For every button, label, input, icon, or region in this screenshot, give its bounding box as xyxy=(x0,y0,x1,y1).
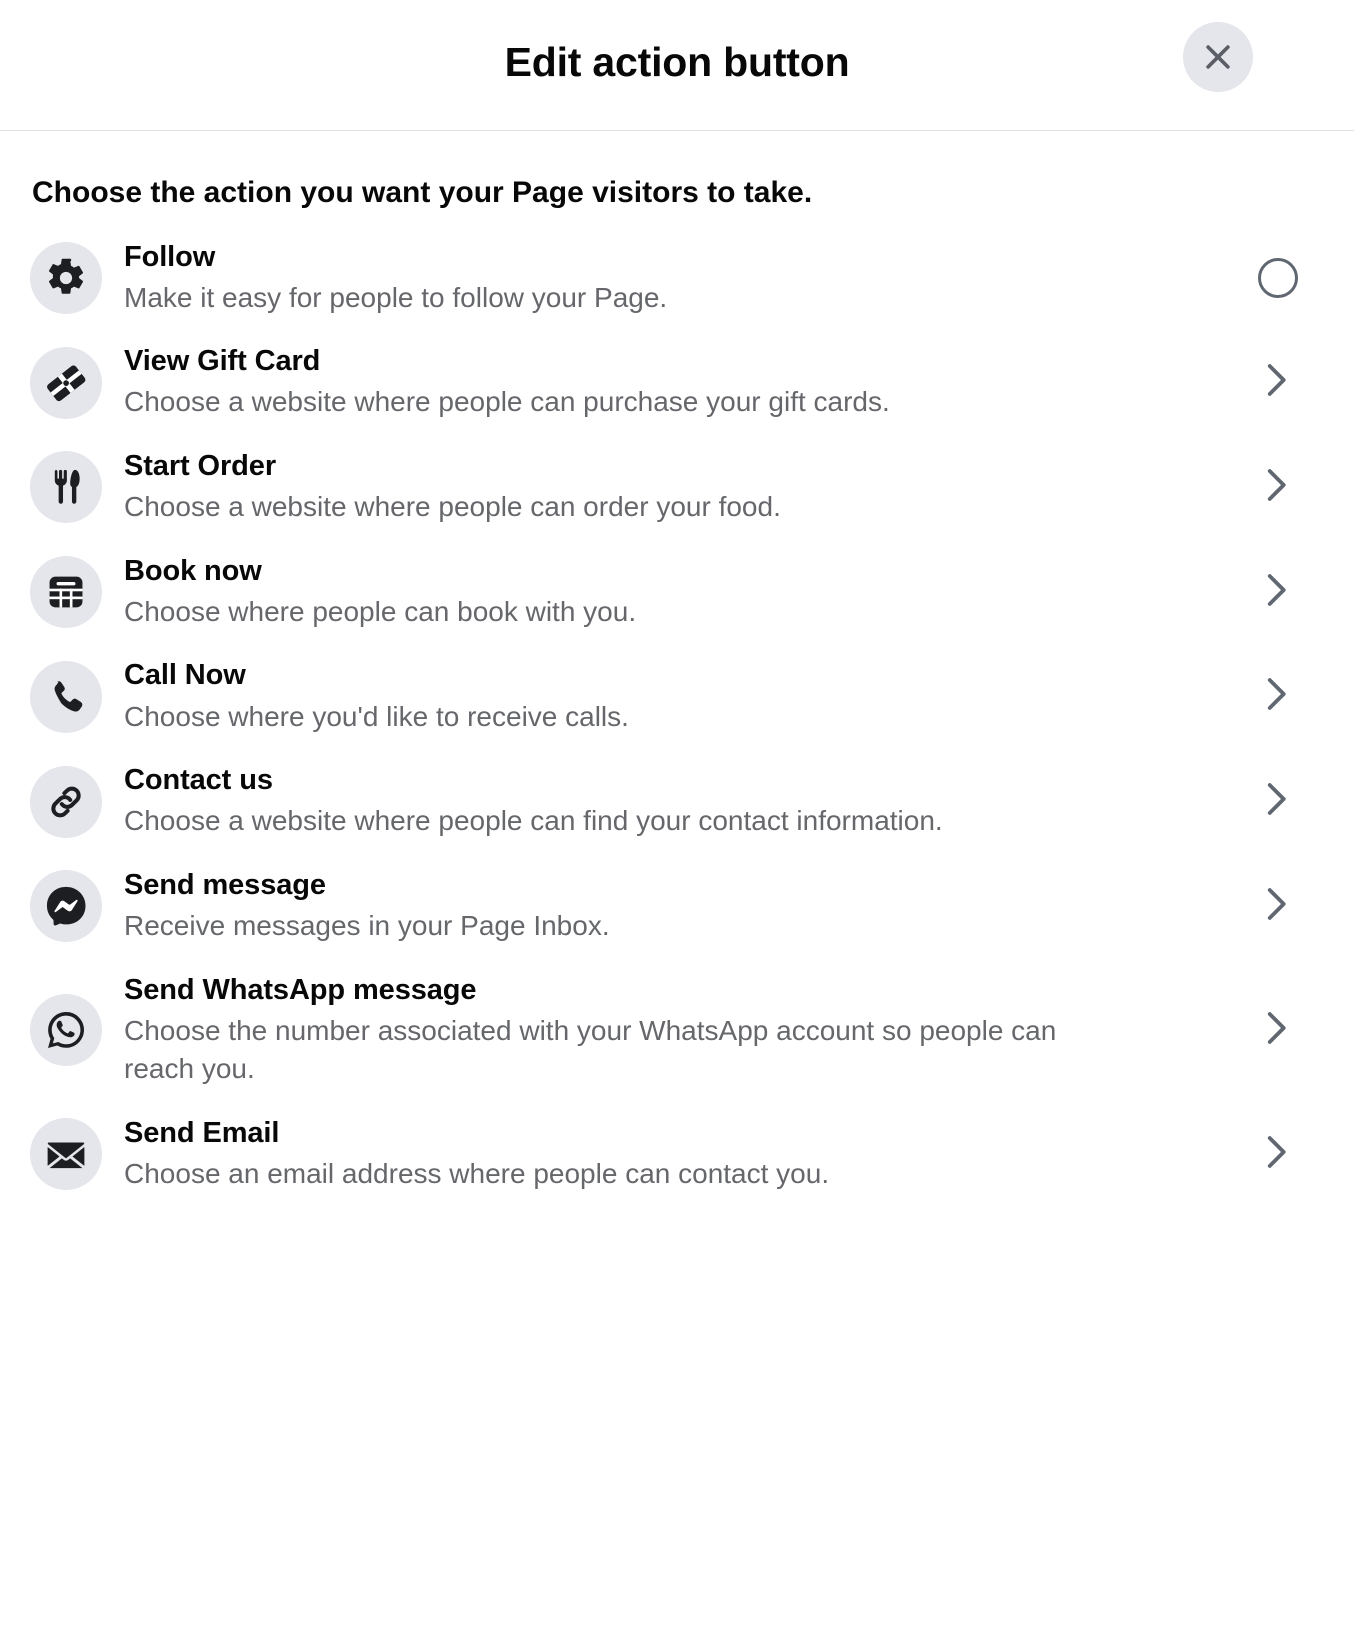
edit-action-button-dialog: Edit action button Choose the action you… xyxy=(0,0,1354,1643)
dialog-body: Choose the action you want your Page vis… xyxy=(0,131,1354,1207)
action-description: Choose a website where people can find y… xyxy=(124,805,943,837)
action-control xyxy=(1244,1006,1324,1055)
gear-icon xyxy=(30,241,102,314)
action-item-contact-us[interactable]: Contact us Choose a website where people… xyxy=(30,749,1324,854)
action-description: Choose where people can book with you. xyxy=(124,595,637,627)
section-prompt: Choose the action you want your Page vis… xyxy=(32,176,813,209)
action-control xyxy=(1244,882,1324,931)
chevron-right-icon[interactable] xyxy=(1254,672,1298,721)
action-item-send-message[interactable]: Send message Receive messages in your Pa… xyxy=(30,854,1324,959)
action-control xyxy=(1244,257,1324,298)
action-description: Choose a website where people can purcha… xyxy=(124,386,890,418)
action-description: Receive messages in your Page Inbox. xyxy=(124,910,610,942)
calendar-icon xyxy=(30,556,102,629)
action-title: Send Email xyxy=(124,1117,280,1149)
action-item-call-now[interactable]: Call Now Choose where you'd like to rece… xyxy=(30,644,1324,749)
chevron-right-icon[interactable] xyxy=(1254,1006,1298,1055)
action-title: Send WhatsApp message xyxy=(124,973,477,1006)
action-item-view-gift-card[interactable]: View Gift Card Choose a website where pe… xyxy=(30,330,1324,435)
action-control xyxy=(1244,358,1324,407)
chevron-right-icon[interactable] xyxy=(1254,777,1298,826)
action-item-book-now[interactable]: Book now Choose where people can book wi… xyxy=(30,540,1324,645)
page-title: Edit action button xyxy=(504,38,850,85)
action-description: Make it easy for people to follow your P… xyxy=(124,281,668,313)
action-description: Choose an email address where people can… xyxy=(124,1158,830,1190)
action-title: View Gift Card xyxy=(124,345,321,378)
chevron-right-icon[interactable] xyxy=(1254,463,1298,512)
action-text: Book now Choose where people can book wi… xyxy=(124,553,1244,632)
action-description: Choose a website where people can order … xyxy=(124,491,781,523)
action-control xyxy=(1244,777,1324,826)
action-text: Start Order Choose a website where peopl… xyxy=(124,448,1244,527)
chevron-right-icon[interactable] xyxy=(1254,568,1298,617)
envelope-icon xyxy=(30,1118,102,1191)
action-control xyxy=(1244,568,1324,617)
action-title: Book now xyxy=(124,554,262,587)
chevron-right-icon[interactable] xyxy=(1254,882,1298,931)
action-item-send-whatsapp-message[interactable]: Send WhatsApp message Choose the number … xyxy=(30,959,1324,1102)
action-description: Choose the number associated with your W… xyxy=(124,1014,1057,1085)
whatsapp-icon xyxy=(30,994,102,1067)
close-button[interactable] xyxy=(1183,22,1253,92)
action-text: Follow Make it easy for people to follow… xyxy=(124,239,1244,318)
action-text: Send message Receive messages in your Pa… xyxy=(124,867,1244,946)
action-list: Follow Make it easy for people to follow… xyxy=(30,226,1324,1207)
action-title: Follow xyxy=(124,240,216,273)
action-text: Contact us Choose a website where people… xyxy=(124,762,1244,841)
action-title: Start Order xyxy=(124,449,276,482)
fork-knife-icon xyxy=(30,451,102,524)
gift-card-icon xyxy=(30,346,102,419)
messenger-icon xyxy=(30,870,102,943)
dialog-header: Edit action button xyxy=(0,0,1354,131)
action-control xyxy=(1244,463,1324,512)
action-text: Call Now Choose where you'd like to rece… xyxy=(124,657,1244,736)
action-item-start-order[interactable]: Start Order Choose a website where peopl… xyxy=(30,435,1324,540)
close-icon xyxy=(1198,37,1238,77)
radio-button-follow[interactable] xyxy=(1258,257,1298,298)
action-item-send-email[interactable]: Send Email Choose an email address where… xyxy=(30,1102,1324,1207)
action-title: Send message xyxy=(124,868,326,901)
action-item-follow[interactable]: Follow Make it easy for people to follow… xyxy=(30,226,1324,331)
action-title: Contact us xyxy=(124,764,273,797)
action-text: Send Email Choose an email address where… xyxy=(124,1115,1244,1194)
action-description: Choose where you'd like to receive calls… xyxy=(124,700,629,732)
action-text: View Gift Card Choose a website where pe… xyxy=(124,343,1244,422)
action-control xyxy=(1244,672,1324,721)
chevron-right-icon[interactable] xyxy=(1254,1130,1298,1179)
phone-icon xyxy=(30,660,102,733)
link-icon xyxy=(30,765,102,838)
action-title: Call Now xyxy=(124,659,246,692)
action-control xyxy=(1244,1130,1324,1179)
action-text: Send WhatsApp message Choose the number … xyxy=(124,972,1244,1089)
chevron-right-icon[interactable] xyxy=(1254,358,1298,407)
